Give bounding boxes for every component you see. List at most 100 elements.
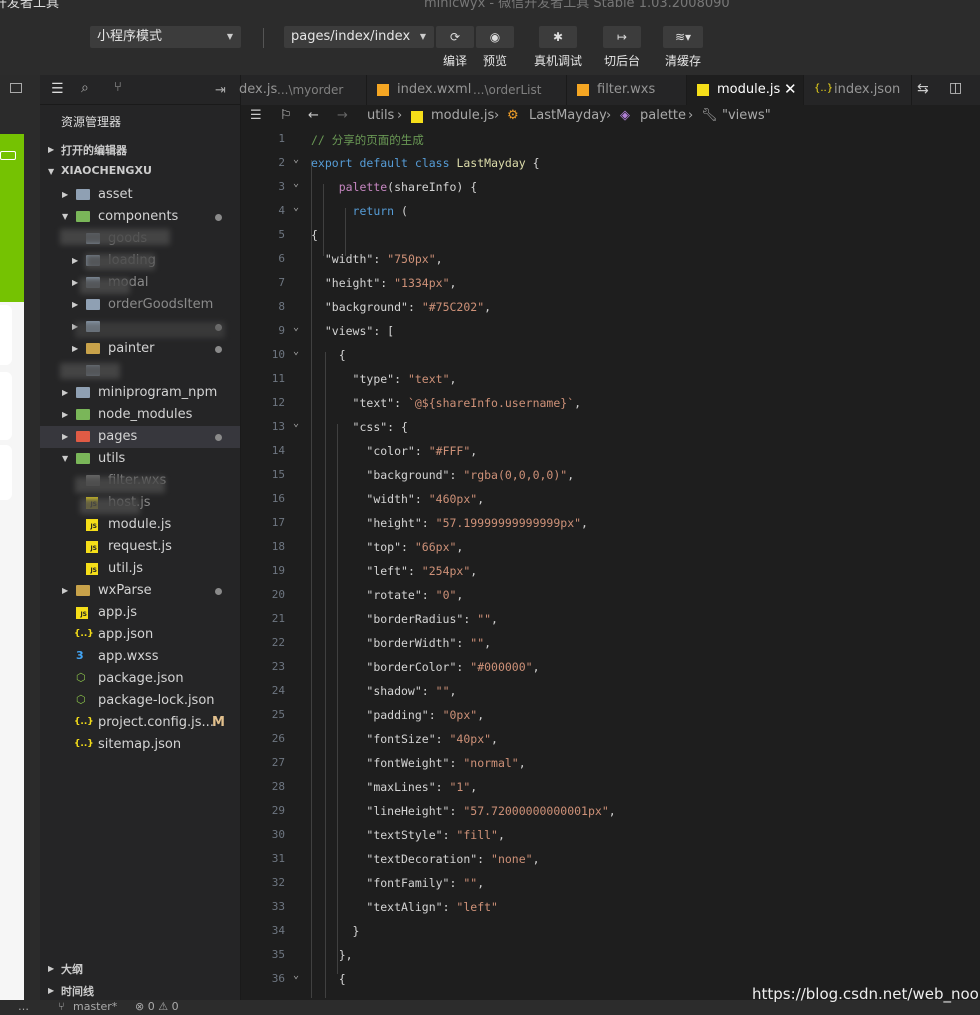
source-control-icon[interactable]: ⑂: [114, 80, 122, 95]
fold-chevron-icon[interactable]: ⌄: [293, 202, 299, 213]
remote-debug-button[interactable]: ✱: [539, 26, 577, 48]
file-icon: [577, 84, 589, 96]
code-line[interactable]: 7 "height": "1334px",: [241, 272, 980, 296]
fold-chevron-icon[interactable]: ⌄: [293, 322, 299, 333]
compile-button[interactable]: ⟳: [436, 26, 474, 48]
code-line[interactable]: 1 // 分享的页面的生成: [241, 128, 980, 152]
timeline-section[interactable]: ▶ 时间线: [40, 980, 240, 1002]
tab-filter-wxs[interactable]: filter.wxs: [567, 75, 687, 105]
code-line[interactable]: 18 "top": "66px",: [241, 536, 980, 560]
code-line[interactable]: 31 "textDecoration": "none",: [241, 848, 980, 872]
tab-index-json[interactable]: {..} index.json: [804, 75, 912, 105]
folder-item[interactable]: ▶modal: [40, 272, 240, 294]
file-item[interactable]: {..} app.json: [40, 624, 240, 646]
file-item[interactable]: JS module.js: [40, 514, 240, 536]
fold-chevron-icon[interactable]: ⌄: [293, 178, 299, 189]
folder-item[interactable]: ▶ pages: [40, 426, 240, 448]
code-line[interactable]: 26 "fontSize": "40px",: [241, 728, 980, 752]
code-line[interactable]: 9 ⌄ "views": [: [241, 320, 980, 344]
code-line[interactable]: 10 ⌄ {: [241, 344, 980, 368]
code-line[interactable]: 15 "background": "rgba(0,0,0,0)",: [241, 464, 980, 488]
project-root[interactable]: ▼ XIAOCHENGXU: [40, 161, 240, 183]
code-line[interactable]: 25 "padding": "0px",: [241, 704, 980, 728]
files-icon[interactable]: ☰: [51, 81, 64, 97]
breadcrumb-method[interactable]: palette: [640, 108, 686, 123]
split-editor-icon[interactable]: ◫: [949, 80, 962, 96]
code-line[interactable]: 35 },: [241, 944, 980, 968]
file-item[interactable]: JS util.js: [40, 558, 240, 580]
fold-chevron-icon[interactable]: ⌄: [293, 970, 299, 981]
code-line[interactable]: 19 "left": "254px",: [241, 560, 980, 584]
git-branch[interactable]: master*: [73, 1000, 117, 1013]
file-item[interactable]: 3 app.wxss: [40, 646, 240, 668]
code-line[interactable]: 17 "height": "57.19999999999999px",: [241, 512, 980, 536]
code-line[interactable]: 6 "width": "750px",: [241, 248, 980, 272]
window-restore-icon[interactable]: [10, 83, 22, 93]
file-item[interactable]: JS app.js: [40, 602, 240, 624]
back-arrow-icon[interactable]: ←: [308, 108, 319, 123]
folder-item[interactable]: ▶ wxParse: [40, 580, 240, 602]
folder-item[interactable]: ▼ utils: [40, 448, 240, 470]
code-line[interactable]: 4 ⌄ return (: [241, 200, 980, 224]
file-item[interactable]: JS request.js: [40, 536, 240, 558]
code-line[interactable]: 24 "shadow": "",: [241, 680, 980, 704]
code-line[interactable]: 16 "width": "460px",: [241, 488, 980, 512]
clear-cache-button[interactable]: ≋▾: [663, 26, 703, 48]
code-line[interactable]: 29 "lineHeight": "57.72000000000001px",: [241, 800, 980, 824]
close-icon[interactable]: ✕: [784, 80, 797, 98]
folder-item[interactable]: ▶ asset: [40, 184, 240, 206]
code-line[interactable]: 21 "borderRadius": "",: [241, 608, 980, 632]
code-line[interactable]: 28 "maxLines": "1",: [241, 776, 980, 800]
file-item[interactable]: {..} sitemap.json: [40, 734, 240, 756]
folder-item[interactable]: ▶ miniprogram_npm: [40, 382, 240, 404]
folder-item[interactable]: ▶ painter: [40, 338, 240, 360]
background-button[interactable]: ↦: [603, 26, 641, 48]
breadcrumb-class[interactable]: LastMayday: [529, 108, 607, 123]
code-line[interactable]: 22 "borderWidth": "",: [241, 632, 980, 656]
code-line[interactable]: 11 "type": "text",: [241, 368, 980, 392]
file-item[interactable]: {..} project.config.js... M: [40, 712, 240, 734]
folder-item[interactable]: ▼ components: [40, 206, 240, 228]
code-line[interactable]: 3 ⌄ palette(shareInfo) {: [241, 176, 980, 200]
fold-chevron-icon[interactable]: ⌄: [293, 154, 299, 165]
tab-dex-js[interactable]: ⇥ dex.js ...\myorder: [215, 75, 367, 105]
code-line[interactable]: 23 "borderColor": "#000000",: [241, 656, 980, 680]
fold-chevron-icon[interactable]: ⌄: [293, 346, 299, 357]
list-icon[interactable]: ☰: [250, 108, 262, 123]
folder-item[interactable]: ▶ node_modules: [40, 404, 240, 426]
code-line[interactable]: 32 "fontFamily": "",: [241, 872, 980, 896]
code-line[interactable]: 2 ⌄ export default class LastMayday {: [241, 152, 980, 176]
forward-arrow-icon[interactable]: →: [337, 108, 348, 123]
open-editors-section[interactable]: ▶ 打开的编辑器: [40, 139, 240, 161]
folder-item[interactable]: ▶ orderGoodsItem: [40, 294, 240, 316]
breadcrumb-key[interactable]: "views": [722, 108, 771, 123]
code-line[interactable]: 14 "color": "#FFF",: [241, 440, 980, 464]
code-line[interactable]: 27 "fontWeight": "normal",: [241, 752, 980, 776]
file-item[interactable]: JShost.js: [40, 492, 240, 514]
search-icon[interactable]: ⌕: [81, 80, 89, 96]
code-line[interactable]: 8 "background": "#75C202",: [241, 296, 980, 320]
compare-icon[interactable]: ⇆: [917, 81, 929, 97]
tab-module-js[interactable]: module.js ✕: [687, 75, 804, 105]
breadcrumb-folder[interactable]: utils: [367, 108, 394, 123]
code-line[interactable]: 13 ⌄ "css": {: [241, 416, 980, 440]
problems-count[interactable]: ⊗ 0 ⚠ 0: [135, 1000, 179, 1013]
tab-index-wxml[interactable]: index.wxml ...\orderList: [367, 75, 567, 105]
breadcrumb-file[interactable]: module.js: [431, 108, 494, 123]
code-line[interactable]: 30 "textStyle": "fill",: [241, 824, 980, 848]
code-line[interactable]: 20 "rotate": "0",: [241, 584, 980, 608]
fold-chevron-icon[interactable]: ⌄: [293, 418, 299, 429]
code-line[interactable]: 12 "text": `@${shareInfo.username}`,: [241, 392, 980, 416]
more-icon[interactable]: …: [18, 1000, 29, 1013]
code-editor[interactable]: 1 // 分享的页面的生成 2 ⌄ export default class LastM…: [241, 128, 980, 998]
code-line[interactable]: 33 "textAlign": "left": [241, 896, 980, 920]
bookmark-icon[interactable]: ⚐: [280, 108, 292, 123]
code-line[interactable]: 34 }: [241, 920, 980, 944]
page-select[interactable]: pages/index/index ▼: [284, 26, 434, 48]
file-item[interactable]: ⬡ package-lock.json: [40, 690, 240, 712]
mode-select[interactable]: 小程序模式 ▼: [90, 26, 241, 48]
file-item[interactable]: ⬡ package.json: [40, 668, 240, 690]
code-line[interactable]: 5{: [241, 224, 980, 248]
outline-section[interactable]: ▶ 大纲: [40, 958, 240, 980]
preview-button[interactable]: ◉: [476, 26, 514, 48]
